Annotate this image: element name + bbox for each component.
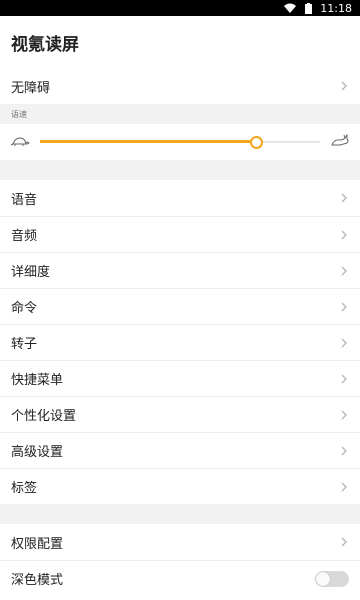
turtle-icon	[10, 133, 30, 152]
chevron-right-icon	[339, 302, 349, 312]
menu-item-labels[interactable]: 标签	[0, 468, 360, 504]
rabbit-icon	[330, 132, 350, 152]
chevron-right-icon	[339, 338, 349, 348]
chevron-right-icon	[339, 446, 349, 456]
menu-item-label: 快捷菜单	[11, 373, 64, 388]
page-title: 视氪读屏	[11, 34, 79, 55]
chevron-right-icon	[339, 482, 349, 492]
menu-item-label: 语音	[11, 192, 38, 208]
toggle-knob	[316, 571, 330, 586]
dark-mode-row: 深色模式	[0, 560, 360, 596]
menu-item-voice[interactable]: 语音	[0, 180, 360, 216]
menu-item-shortcut-menu[interactable]: 快捷菜单	[0, 360, 360, 396]
accessibility-label: 无障碍	[11, 80, 51, 96]
chevron-right-icon	[339, 266, 349, 276]
chevron-right-icon	[339, 537, 349, 547]
wifi-icon	[284, 3, 297, 13]
section-divider	[0, 160, 360, 180]
menu-item-commands[interactable]: 命令	[0, 288, 360, 324]
chevron-right-icon	[339, 374, 349, 384]
battery-icon	[302, 2, 314, 14]
menu-item-label: 命令	[11, 301, 38, 316]
speech-rate-control	[0, 124, 360, 160]
menu-item-personalization[interactable]: 个性化设置	[0, 396, 360, 432]
clock: 11:18	[320, 1, 352, 15]
chevron-right-icon	[339, 230, 349, 240]
menu-item-label: 个性化设置	[11, 409, 77, 424]
accessibility-row[interactable]: 无障碍	[0, 68, 360, 104]
chevron-right-icon	[339, 193, 349, 203]
menu-item-label: 高级设置	[11, 445, 64, 460]
dark-mode-label: 深色模式	[11, 573, 64, 588]
permissions-label: 权限配置	[11, 536, 64, 552]
menu-item-audio[interactable]: 音频	[0, 216, 360, 252]
slider-fill	[40, 140, 256, 143]
menu-item-label: 详细度	[11, 265, 51, 280]
chevron-right-icon	[339, 410, 349, 420]
menu-item-label: 音频	[11, 229, 38, 244]
menu-item-rotor[interactable]: 转子	[0, 324, 360, 360]
speech-rate-slider[interactable]	[40, 134, 320, 150]
chevron-right-icon	[339, 81, 349, 91]
status-bar: 11:18	[0, 0, 360, 16]
speech-rate-label: 语速	[11, 109, 27, 119]
dark-mode-toggle[interactable]	[315, 570, 349, 587]
menu-item-label: 转子	[11, 337, 38, 352]
menu-item-advanced[interactable]: 高级设置	[0, 432, 360, 468]
slider-handle[interactable]	[249, 136, 263, 149]
menu-item-verbosity[interactable]: 详细度	[0, 252, 360, 288]
section-divider	[0, 504, 360, 524]
menu-item-label: 标签	[11, 481, 38, 496]
settings-menu: 语音音频详细度命令转子快捷菜单个性化设置高级设置标签	[0, 180, 360, 504]
permissions-row[interactable]: 权限配置	[0, 524, 360, 560]
speech-rate-header: 语速	[0, 104, 360, 124]
